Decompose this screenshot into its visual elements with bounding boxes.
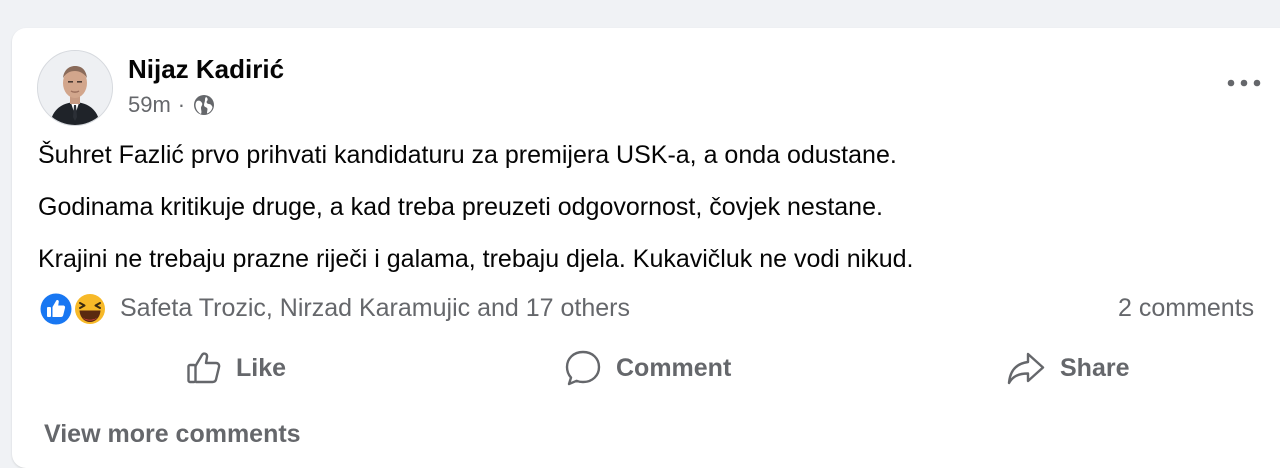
post-card: Nijaz Kadirić 59m · Šuhret Fazlić prvo p… bbox=[12, 28, 1280, 468]
comment-label: Comment bbox=[616, 353, 732, 382]
post-text-line: Šuhret Fazlić prvo prihvati kandidaturu … bbox=[38, 141, 897, 169]
post-timestamp[interactable]: 59m bbox=[128, 92, 171, 118]
reactions-summary: Safeta Trozic, Nirzad Karamujic and 17 o… bbox=[38, 291, 1280, 327]
share-button[interactable]: Share bbox=[1006, 343, 1129, 393]
more-options-icon bbox=[1227, 79, 1261, 87]
post-actions: Like Comment Share bbox=[24, 343, 1280, 393]
view-more-comments-link[interactable]: View more comments bbox=[44, 420, 301, 449]
comments-count[interactable]: 2 comments bbox=[1118, 294, 1254, 323]
post-text-line: Krajini ne trebaju prazne riječi i galam… bbox=[38, 245, 914, 273]
reaction-icons[interactable] bbox=[38, 291, 112, 327]
share-icon bbox=[1007, 352, 1045, 385]
meta-separator: · bbox=[177, 92, 186, 117]
like-label: Like bbox=[236, 353, 287, 382]
post-body: Šuhret Fazlić prvo prihvati kandidaturu … bbox=[38, 141, 1258, 297]
author-photo bbox=[38, 51, 112, 125]
share-label: Share bbox=[1060, 353, 1130, 382]
thumbs-up-icon bbox=[187, 352, 221, 384]
author-name[interactable]: Nijaz Kadirić bbox=[128, 54, 284, 85]
post-meta: 59m · bbox=[128, 92, 215, 118]
post-text-line: Godinama kritikuje druge, a kad treba pr… bbox=[38, 193, 883, 221]
haha-reaction-icon bbox=[73, 292, 107, 326]
more-options-button[interactable] bbox=[1222, 66, 1266, 100]
like-reaction-icon bbox=[39, 292, 73, 326]
comment-icon bbox=[565, 350, 601, 386]
reaction-names[interactable]: Safeta Trozic, Nirzad Karamujic and 17 o… bbox=[120, 294, 630, 323]
comment-button[interactable]: Comment bbox=[564, 343, 731, 393]
author-avatar[interactable] bbox=[37, 50, 113, 126]
reaction-icons-graphic bbox=[39, 292, 107, 326]
globe-icon[interactable] bbox=[193, 94, 215, 116]
like-button[interactable]: Like bbox=[186, 343, 286, 393]
page-background-strip bbox=[0, 0, 1280, 28]
